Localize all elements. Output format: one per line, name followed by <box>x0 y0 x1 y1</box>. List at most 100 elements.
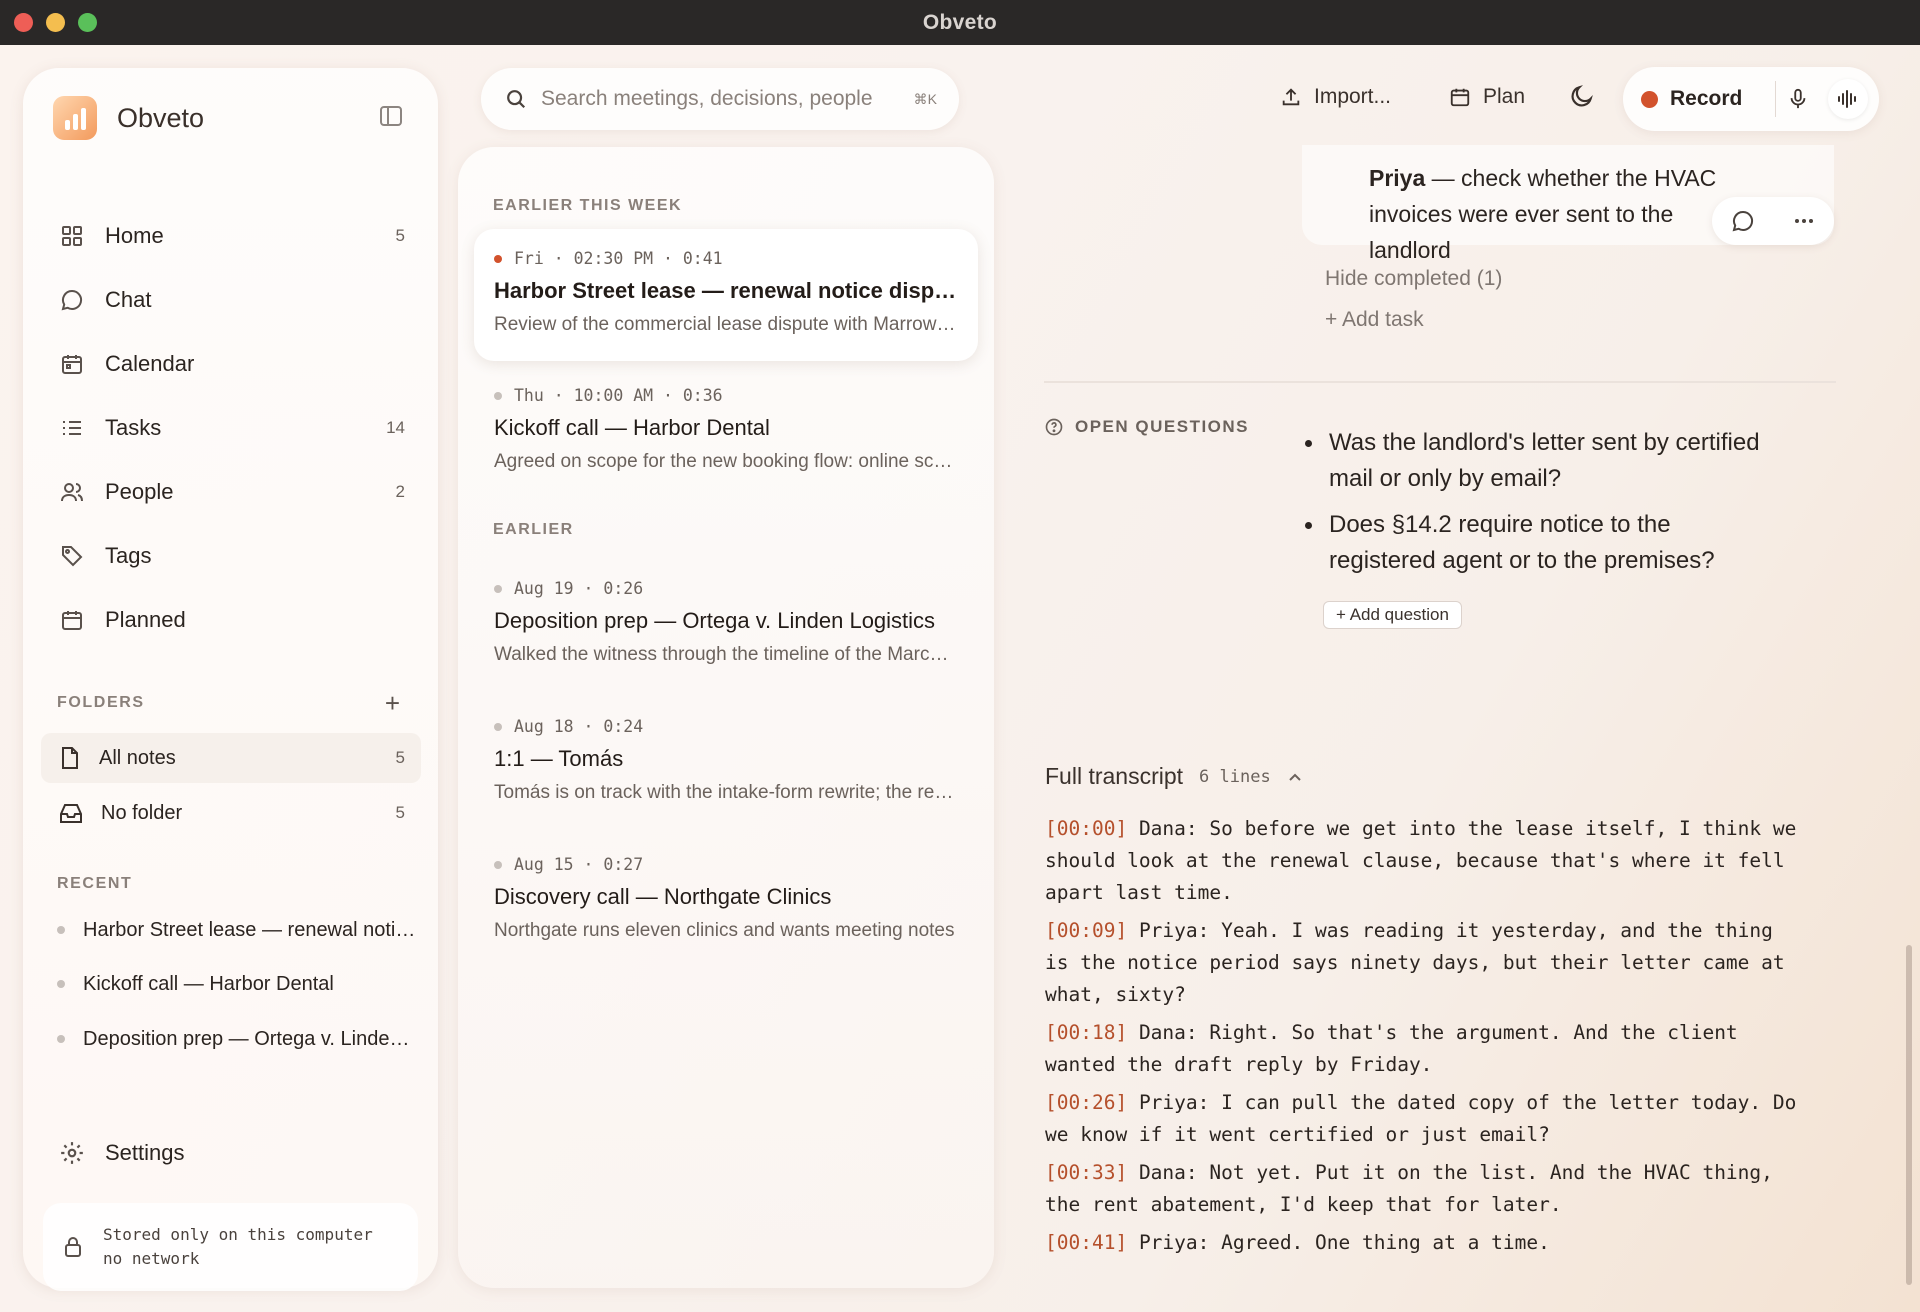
meeting-snippet: Walked the witness through the timeline … <box>494 644 958 665</box>
timestamp[interactable]: [00:00] <box>1045 817 1127 840</box>
recent-item[interactable]: Kickoff call — Harbor Dental <box>57 964 417 1004</box>
plan-button[interactable]: Plan <box>1449 85 1525 109</box>
add-folder-button[interactable]: + <box>385 690 400 716</box>
document-icon <box>59 746 81 770</box>
settings-button[interactable]: Settings <box>59 1140 185 1166</box>
more-options-icon[interactable] <box>1792 209 1816 233</box>
question-item[interactable]: Was the landlord's letter sent by certif… <box>1305 425 1775 497</box>
meeting-snippet: Northgate runs eleven clinics and wants … <box>494 920 955 941</box>
plan-label: Plan <box>1483 85 1526 108</box>
meeting-list: EARLIER THIS WEEK Fri · 02:30 PM · 0:41 … <box>458 147 994 1288</box>
nav-count: 14 <box>386 418 405 437</box>
system-audio-button[interactable] <box>1828 79 1868 119</box>
timestamp[interactable]: [00:26] <box>1045 1091 1127 1114</box>
nav-item-people[interactable]: People 2 <box>41 460 421 524</box>
storage-notice: Stored only on this computer no network <box>43 1203 418 1291</box>
question-circle-icon <box>1045 418 1063 436</box>
nav-item-tags[interactable]: Tags <box>41 524 421 588</box>
nav-item-chat[interactable]: Chat <box>41 268 421 332</box>
meeting-meta: Fri · 02:30 PM · 0:41 <box>494 249 958 268</box>
zoom-window-button[interactable] <box>78 13 97 32</box>
dark-mode-toggle[interactable] <box>1569 83 1595 109</box>
close-window-button[interactable] <box>14 13 33 32</box>
meeting-item[interactable]: Aug 19 · 0:26 Deposition prep — Ortega v… <box>474 559 978 691</box>
timestamp[interactable]: [00:18] <box>1045 1021 1127 1044</box>
meeting-snippet: Tomás is on track with the intake-form r… <box>494 782 958 803</box>
meeting-item[interactable]: Aug 18 · 0:24 1:1 — Tomás Tomás is on tr… <box>474 697 978 829</box>
recent-dot <box>57 1035 65 1043</box>
transcript-body: [00:00] Dana: So before we get into the … <box>1045 813 1805 1265</box>
calendar-planned-icon <box>59 607 85 633</box>
add-question-button[interactable]: + Add question <box>1323 601 1462 629</box>
comment-icon[interactable] <box>1731 209 1755 233</box>
meeting-title: Kickoff call — Harbor Dental <box>494 415 770 440</box>
recent-item[interactable]: Harbor Street lease — renewal notice dis… <box>57 910 417 950</box>
sidebar-toggle-icon[interactable] <box>380 106 402 126</box>
recent-heading: RECENT <box>57 875 133 892</box>
chevron-up-icon <box>1287 771 1303 783</box>
meeting-meta-text: Aug 19 · 0:26 <box>514 579 644 598</box>
folder-all-notes[interactable]: All notes 5 <box>41 733 421 783</box>
transcript-line: [00:00] Dana: So before we get into the … <box>1045 813 1805 909</box>
inbox-icon <box>59 802 83 824</box>
group-heading: EARLIER <box>493 521 574 538</box>
tag-icon <box>59 543 85 569</box>
meeting-title: Discovery call — Northgate Clinics <box>494 884 832 909</box>
task-actions <box>1712 197 1834 245</box>
nav-item-calendar[interactable]: Calendar <box>41 332 421 396</box>
microphone-icon <box>1788 88 1808 110</box>
open-questions-title: OPEN QUESTIONS <box>1075 417 1250 436</box>
search-bar[interactable]: ⌘K <box>481 68 959 130</box>
nav-label: Planned <box>105 607 186 632</box>
moon-icon <box>1569 83 1595 109</box>
import-button[interactable]: Import... <box>1280 85 1391 109</box>
transcript-line: [00:26] Priya: I can pull the dated copy… <box>1045 1087 1805 1151</box>
meeting-title: Harbor Street lease — renewal notice dis… <box>494 278 958 303</box>
hide-completed-button[interactable]: Hide completed (1) <box>1325 267 1502 291</box>
open-questions-heading: OPEN QUESTIONS <box>1045 417 1249 437</box>
brand-name: Obveto <box>117 102 205 133</box>
folder-no-folder[interactable]: No folder 5 <box>41 788 421 838</box>
meeting-meta: Aug 19 · 0:26 <box>494 579 958 598</box>
meeting-dot <box>494 391 502 400</box>
timestamp[interactable]: [00:09] <box>1045 919 1127 942</box>
brand-logo-icon <box>53 96 97 140</box>
window-titlebar: Obveto <box>0 0 1920 45</box>
waveform-icon <box>1837 89 1859 109</box>
meeting-item[interactable]: Aug 15 · 0:27 Discovery call — Northgate… <box>474 835 978 967</box>
nav-label: People <box>105 479 174 504</box>
meeting-title: 1:1 — Tomás <box>494 746 624 771</box>
transcript-toggle[interactable]: Full transcript 6 lines <box>1045 763 1303 790</box>
search-input[interactable] <box>541 87 881 111</box>
meeting-meta-text: Aug 15 · 0:27 <box>514 855 644 874</box>
task-assignee: Priya <box>1369 165 1426 191</box>
add-task-button[interactable]: + Add task <box>1325 308 1424 332</box>
meeting-meta-text: Thu · 10:00 AM · 0:36 <box>514 386 723 405</box>
nav-item-home[interactable]: Home 5 <box>41 204 421 268</box>
utterance: Dana: So before we get into the lease it… <box>1045 817 1797 904</box>
settings-label: Settings <box>105 1140 185 1165</box>
storage-line-1: Stored only on this computer <box>103 1225 373 1244</box>
meeting-item[interactable]: Thu · 10:00 AM · 0:36 Kickoff call — Har… <box>474 366 978 498</box>
recent-item[interactable]: Deposition prep — Ortega v. Linden Logis… <box>57 1019 417 1059</box>
folders-heading: FOLDERS <box>57 694 145 711</box>
nav-count: 5 <box>395 226 405 245</box>
question-item[interactable]: Does §14.2 require notice to the registe… <box>1305 507 1775 579</box>
nav-label: Chat <box>105 287 152 312</box>
calendar-icon <box>59 351 85 377</box>
calendar-small-icon <box>1449 86 1471 108</box>
meeting-dot <box>494 860 502 869</box>
timestamp[interactable]: [00:33] <box>1045 1161 1127 1184</box>
storage-line-2: no network <box>103 1249 200 1268</box>
timestamp[interactable]: [00:41] <box>1045 1231 1127 1254</box>
nav-item-planned[interactable]: Planned <box>41 588 421 652</box>
record-button[interactable]: Record <box>1641 81 1742 117</box>
meeting-snippet: Review of the commercial lease dispute w… <box>494 314 958 335</box>
minimize-window-button[interactable] <box>46 13 65 32</box>
recent-label: Kickoff call — Harbor Dental <box>83 972 334 995</box>
detail-scrollbar[interactable] <box>1906 945 1912 1285</box>
meeting-item[interactable]: Fri · 02:30 PM · 0:41 Harbor Street leas… <box>474 229 978 361</box>
nav-item-tasks[interactable]: Tasks 14 <box>41 396 421 460</box>
upload-icon <box>1280 86 1302 108</box>
microphone-button[interactable] <box>1778 79 1818 119</box>
